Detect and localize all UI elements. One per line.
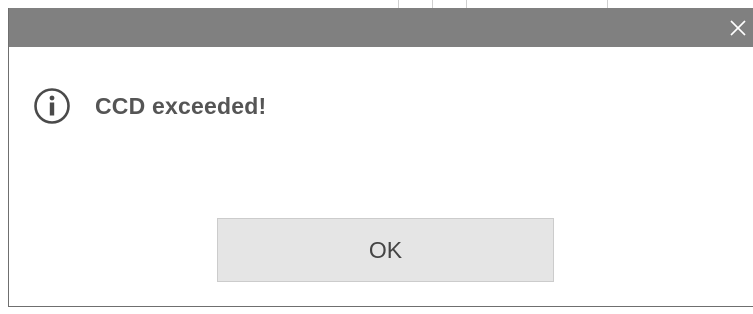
dialog-titlebar[interactable] <box>9 8 753 47</box>
background-window-edge-bottom <box>0 307 753 314</box>
info-icon <box>34 88 70 124</box>
background-divider <box>432 0 433 8</box>
background-divider <box>607 0 608 8</box>
close-button[interactable] <box>722 8 753 47</box>
background-window-edge <box>0 0 753 8</box>
background-divider <box>398 0 399 8</box>
dialog-message: CCD exceeded! <box>95 92 267 119</box>
message-row: CCD exceeded! <box>33 84 266 128</box>
background-divider <box>466 0 467 8</box>
close-icon <box>730 19 746 36</box>
message-dialog: CCD exceeded! OK <box>8 8 753 307</box>
ok-button[interactable]: OK <box>217 218 554 282</box>
